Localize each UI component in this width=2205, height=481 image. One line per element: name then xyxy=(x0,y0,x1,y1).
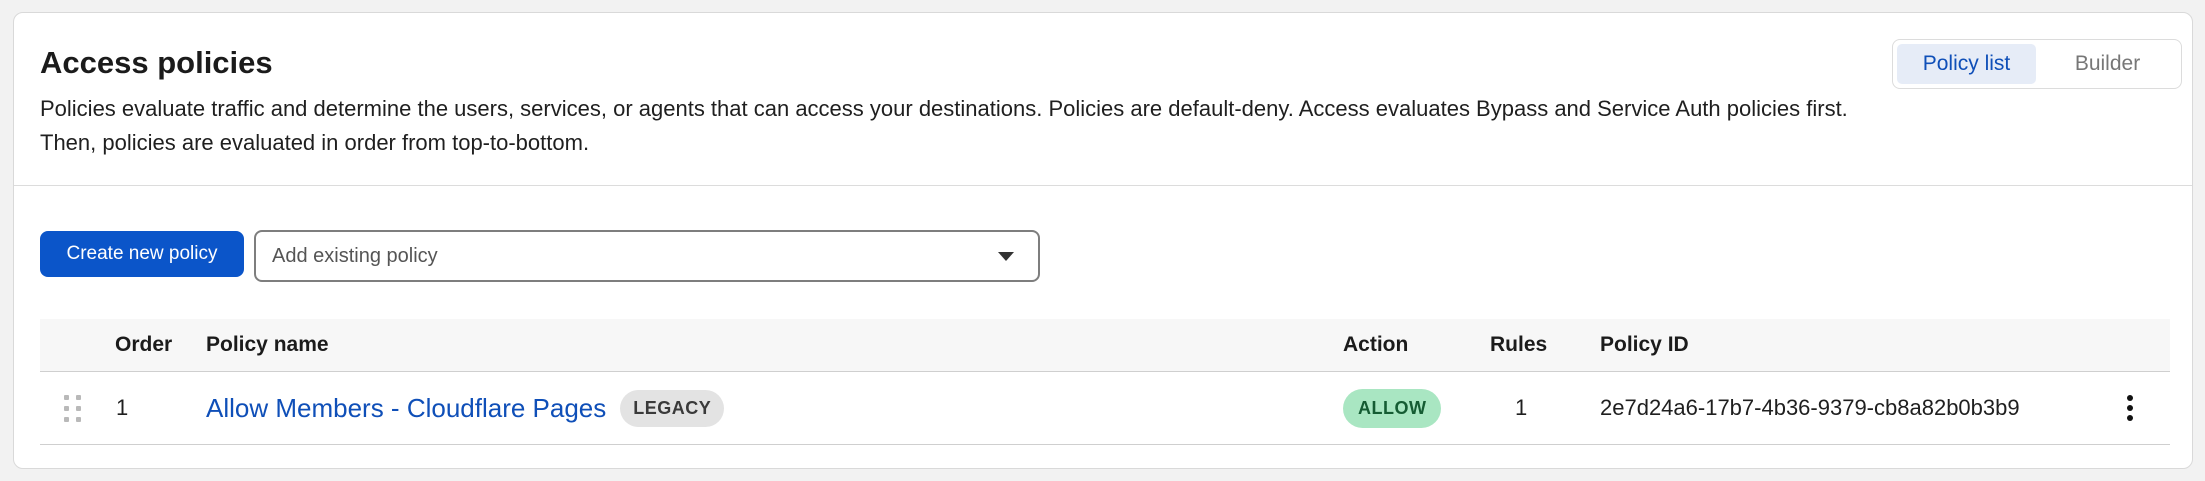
row-actions xyxy=(2121,372,2139,444)
view-toggle: Policy list Builder xyxy=(1892,39,2182,89)
action-cell: ALLOW xyxy=(1343,372,1442,444)
allow-badge: ALLOW xyxy=(1343,388,1442,428)
row-rules-count: 1 xyxy=(1515,395,1528,420)
column-header-action: Action xyxy=(1343,333,1409,356)
create-new-policy-button[interactable]: Create new policy xyxy=(40,231,244,277)
row-order: 1 xyxy=(116,395,129,420)
column-header-order: Order xyxy=(115,333,173,356)
column-header-policy-id: Policy ID xyxy=(1600,333,1689,356)
row-policy-id: 2e7d24a6-17b7-4b36-9379-cb8a82b0b3b9 xyxy=(1600,395,2020,420)
tab-policy-list[interactable]: Policy list xyxy=(1897,44,2036,84)
policies-table: Order Policy name Action Rules Policy ID… xyxy=(40,319,2170,445)
drag-handle-icon[interactable] xyxy=(64,372,84,444)
chevron-down-icon xyxy=(998,251,1014,261)
add-existing-policy-placeholder: Add existing policy xyxy=(272,244,438,267)
table-row: 1 Allow Members - Cloudflare Pages LEGAC… xyxy=(40,372,2170,445)
policy-name-cell: Allow Members - Cloudflare Pages LEGACY xyxy=(206,372,725,444)
table-header: Order Policy name Action Rules Policy ID xyxy=(40,319,2170,372)
more-options-icon[interactable] xyxy=(2121,391,2139,425)
card-header: Access policies Policies evaluate traffi… xyxy=(14,13,2192,186)
page-title: Access policies xyxy=(40,45,273,80)
policy-name-link[interactable]: Allow Members - Cloudflare Pages xyxy=(206,393,606,424)
tab-builder[interactable]: Builder xyxy=(2038,44,2177,84)
column-header-policy-name: Policy name xyxy=(206,333,329,356)
add-existing-policy-select[interactable]: Add existing policy xyxy=(254,230,1040,282)
page-description: Policies evaluate traffic and determine … xyxy=(40,96,1848,155)
column-header-rules: Rules xyxy=(1490,333,1548,356)
access-policies-card: Access policies Policies evaluate traffi… xyxy=(13,12,2193,469)
legacy-badge: LEGACY xyxy=(620,389,725,427)
